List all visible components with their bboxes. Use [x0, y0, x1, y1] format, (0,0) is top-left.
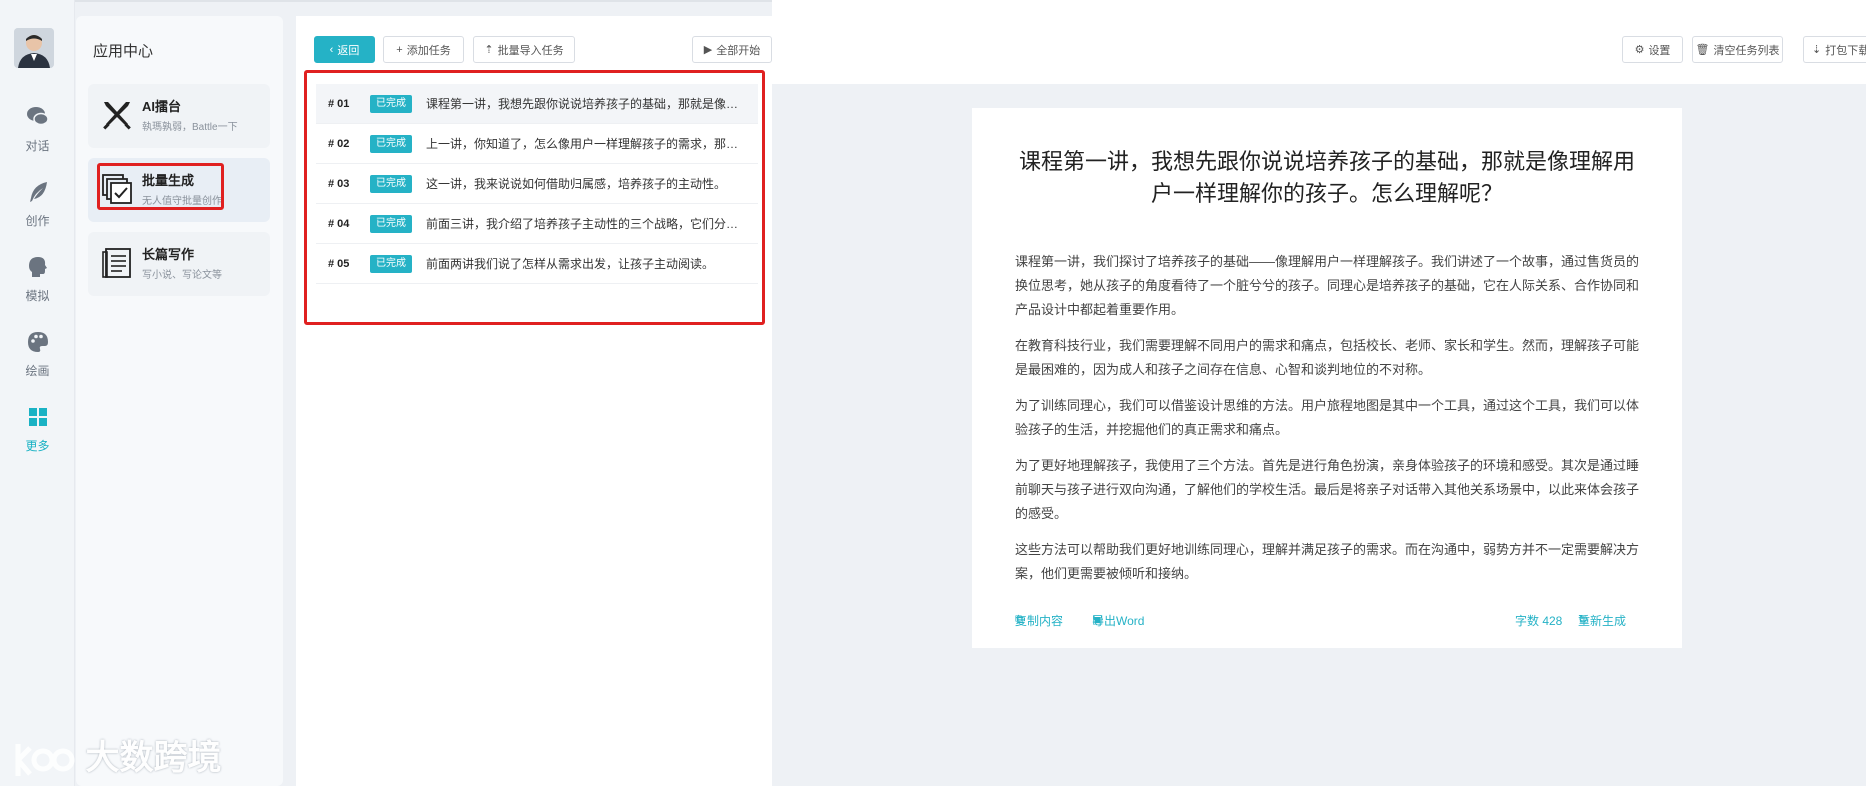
document-paragraph: 为了更好地理解孩子，我使用了三个方法。首先是进行角色扮演，亲身体验孩子的环境和感…	[1015, 458, 1640, 521]
task-text: 课程第一讲，我想先跟你说说培养孩子的基础，那就是像理解用户一样理解你的孩子。怎么…	[426, 97, 746, 111]
batch-check-icon	[102, 174, 132, 204]
rail-item-paint[interactable]: 绘画	[0, 329, 75, 379]
task-row[interactable]: # 03 已完成 这一讲，我来说说如何借助归属感，培养孩子的主动性。	[316, 164, 758, 204]
task-row[interactable]: # 04 已完成 前面三讲，我介绍了培养孩子主动性的三个战略，它们分别是什么呢？	[316, 204, 758, 244]
document-body: 课程第一讲，我们探讨了培养孩子的基础——像理解用户一样理解孩子。我们讲述了一个故…	[1015, 250, 1640, 598]
play-icon: ▶	[703, 44, 713, 56]
task-text: 这一讲，我来说说如何借助归属感，培养孩子的主动性。	[426, 177, 727, 191]
status-badge: 已完成	[370, 94, 412, 113]
app-card-batch-generate[interactable]: 批量生成 无人值守批量创作	[88, 158, 270, 222]
task-text: 上一讲，你知道了，怎么像用户一样理解孩子的需求，那怎么样才能满足孩子呢？	[426, 137, 746, 151]
rail-item-label: 更多	[25, 439, 50, 453]
document-title: 课程第一讲，我想先跟你说说培养孩子的基础，那就是像理解用户一样理解你的孩子。怎么…	[1018, 149, 1635, 206]
palette-icon	[27, 332, 48, 352]
clear-list-button[interactable]: 🗑 清空任务列表	[1692, 36, 1783, 63]
start-all-button[interactable]: ▶ 全部开始	[692, 36, 772, 63]
trash-icon: 🗑	[1695, 44, 1710, 56]
batch-import-button[interactable]: ⇡ 批量导入任务	[473, 36, 575, 63]
back-button[interactable]: ‹ 返回	[314, 36, 375, 63]
status-badge: 已完成	[370, 214, 412, 233]
document-preview: 课程第一讲，我想先跟你说说培养孩子的基础，那就是像理解用户一样理解你的孩子。怎么…	[972, 108, 1682, 648]
pack-download-button[interactable]: ⇣ 打包下载	[1803, 36, 1866, 63]
app-card-desc: 写小说、写论文等	[142, 270, 222, 281]
app-center-panel: 应用中心 AI擂台 執瑪孰弱，Battle一下 批量生成 无人值守批量创作 长篇…	[76, 16, 283, 786]
rail-item-chat[interactable]: 对话	[0, 104, 75, 154]
task-row[interactable]: # 01 已完成 课程第一讲，我想先跟你说说培养孩子的基础，那就是像理解用户一样…	[316, 84, 758, 124]
chevron-left-icon: ‹	[329, 43, 334, 56]
feather-icon	[29, 182, 47, 202]
document-paragraph: 在教育科技行业，我们需要理解不同用户的需求和痛点，包括校长、老师、家长和学生。然…	[1015, 338, 1640, 377]
app-card-long-writing[interactable]: 长篇写作 写小说、写论文等	[88, 232, 270, 296]
grid-icon	[28, 408, 47, 426]
icon-rail: 对话 创作 模拟 绘画 更多	[0, 0, 75, 786]
document-paragraph: 课程第一讲，我们探讨了培养孩子的基础——像理解用户一样理解孩子。我们讲述了一个故…	[1015, 254, 1640, 317]
rail-item-simulate[interactable]: 模拟	[0, 254, 75, 304]
task-row[interactable]: # 05 已完成 前面两讲我们说了怎样从需求出发，让孩子主动阅读。	[316, 244, 758, 284]
avatar-image	[14, 28, 54, 68]
app-card-desc: 无人值守批量创作	[142, 196, 222, 207]
task-number: # 05	[328, 257, 350, 270]
app-center-title: 应用中心	[93, 43, 154, 60]
task-number: # 01	[328, 97, 350, 110]
task-list: # 01 已完成 课程第一讲，我想先跟你说说培养孩子的基础，那就是像理解用户一样…	[316, 84, 758, 284]
task-number: # 04	[328, 217, 350, 230]
head-icon	[28, 257, 47, 277]
task-text: 前面两讲我们说了怎样从需求出发，让孩子主动阅读。	[426, 257, 715, 271]
avatar[interactable]	[14, 28, 54, 68]
watermark-logo: 大数跨境	[10, 730, 221, 778]
rail-item-label: 对话	[25, 139, 50, 153]
word-count: 字数 428	[1515, 614, 1563, 628]
rail-item-more[interactable]: 更多	[0, 404, 75, 454]
download-icon: ⇣	[1812, 44, 1822, 56]
settings-button[interactable]: ⚙ 设置	[1622, 36, 1683, 63]
add-task-button[interactable]: + 添加任务	[383, 36, 464, 63]
app-card-name: 长篇写作	[142, 247, 195, 262]
task-number: # 02	[328, 137, 350, 150]
status-badge: 已完成	[370, 174, 412, 193]
rail-item-create[interactable]: 创作	[0, 179, 75, 229]
chat-icon	[26, 107, 49, 126]
status-badge: 已完成	[370, 254, 412, 273]
app-card-name: AI擂台	[142, 99, 182, 114]
watermark-logo-icon	[15, 744, 75, 777]
task-number: # 03	[328, 177, 350, 190]
swords-icon	[103, 102, 131, 130]
app-card-name: 批量生成	[142, 173, 195, 188]
gear-icon: ⚙	[1634, 44, 1645, 56]
rail-item-label: 模拟	[25, 289, 50, 303]
document-paragraph: 这些方法可以帮助我们更好地训练同理心，理解并满足孩子的需求。而在沟通中，弱势方并…	[1015, 542, 1640, 581]
document-footer: ⧉ 复制内容 ▣ 导出Word 字数 428 ↻ 重新生成	[1015, 612, 1627, 628]
app-card-ai-arena[interactable]: AI擂台 執瑪孰弱，Battle一下	[88, 84, 270, 148]
task-panel: # 01 已完成 课程第一讲，我想先跟你说说培养孩子的基础，那就是像理解用户一样…	[296, 16, 772, 786]
task-row[interactable]: # 02 已完成 上一讲，你知道了，怎么像用户一样理解孩子的需求，那怎么样才能满…	[316, 124, 758, 164]
rail-item-label: 绘画	[25, 364, 50, 378]
status-badge: 已完成	[370, 134, 412, 153]
document-icon	[102, 248, 131, 278]
upload-icon: ⇡	[484, 44, 494, 56]
plus-icon: +	[396, 43, 403, 56]
rail-item-label: 创作	[25, 214, 50, 228]
task-text: 前面三讲，我介绍了培养孩子主动性的三个战略，它们分别是什么呢？	[426, 217, 746, 231]
app-card-desc: 執瑪孰弱，Battle一下	[142, 122, 238, 133]
document-paragraph: 为了训练同理心，我们可以借鉴设计思维的方法。用户旅程地图是其中一个工具，通过这个…	[1015, 398, 1640, 437]
